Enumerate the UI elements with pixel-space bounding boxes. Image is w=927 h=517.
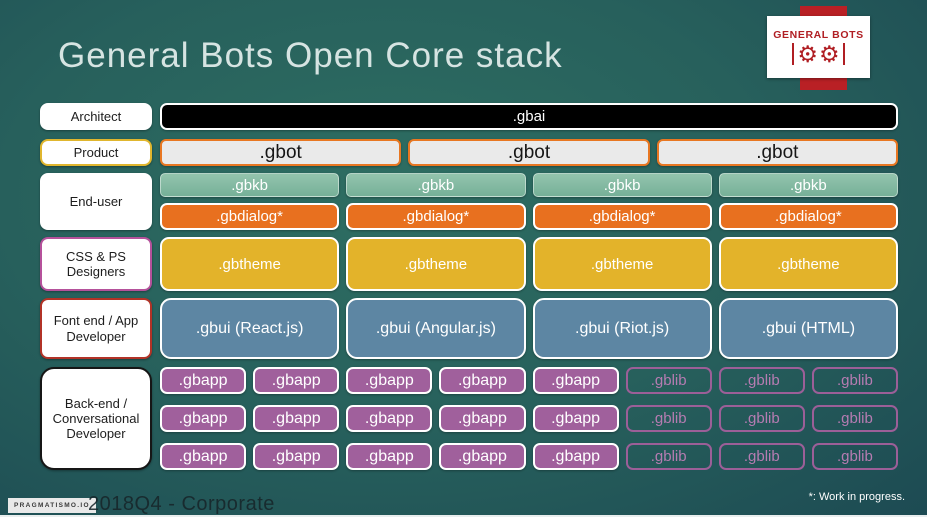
row-label-frontend: Font end / App Developer [40, 298, 152, 359]
gears-icon: ⚙ ⚙ [790, 41, 847, 67]
gbapp-block: .gbapp [253, 443, 340, 470]
slide: General Bots Open Core stack GENERAL BOT… [0, 0, 927, 517]
row-backend-content: .gbapp .gbapp .gbapp .gbapp .gbapp .gblib .gb… [160, 367, 898, 470]
gbapp-block: .gbapp [346, 367, 433, 394]
gbot-block: .gbot [656, 139, 898, 166]
gbapp-block: .gbapp [160, 405, 247, 432]
row-designers: CSS & PS Designers .gbtheme .gbtheme .gbth… [40, 237, 898, 291]
row-frontend-content: .gbui (React.js) .gbui (Angular.js) .gbui … [160, 298, 898, 359]
gbkb-block: .gbkb [718, 173, 898, 197]
backend-layer-3: .gbapp .gbapp .gbapp .gbapp .gbapp .gblib .gb… [160, 443, 898, 470]
gbapp-block: .gbapp [160, 367, 247, 394]
row-product: Product .gbot .gbot .gbot [40, 139, 898, 166]
row-frontend: Font end / App Developer .gbui (React.js… [40, 298, 898, 359]
gbtheme-block: .gbtheme [532, 237, 712, 291]
row-label-end-user: End-user [40, 173, 152, 230]
gbapp-block: .gbapp [532, 367, 619, 394]
backend-layer-2: .gbapp .gbapp .gbapp .gbapp .gbapp .gblib .gb… [160, 405, 898, 432]
gblib-block: .gblib [718, 367, 805, 394]
row-architect-content: .gbai [160, 103, 898, 130]
gbai-block: .gbai [160, 103, 898, 130]
gbtheme-block: .gbtheme [160, 237, 340, 291]
work-in-progress-note: *: Work in progress. [808, 491, 905, 503]
gblib-block: .gblib [718, 405, 805, 432]
gbdialog-block: .gbdialog* [346, 203, 526, 230]
gbui-block: .gbui (React.js) [160, 298, 340, 359]
gbapp-block: .gbapp [532, 405, 619, 432]
row-end-user: End-user .gbkb .gbkb .gbkb .gbkb .gbdialog*… [40, 173, 898, 230]
gbapp-block: .gbapp [439, 367, 526, 394]
row-end-user-content: .gbkb .gbkb .gbkb .gbkb .gbdialog* .gbdialog… [160, 173, 898, 230]
row-label-designers: CSS & PS Designers [40, 237, 152, 291]
gblib-block: .gblib [625, 443, 712, 470]
gbdialog-block: .gbdialog* [532, 203, 712, 230]
gblib-block: .gblib [625, 405, 712, 432]
gbot-block: .gbot [408, 139, 650, 166]
backend-layer-1: .gbapp .gbapp .gbapp .gbapp .gbapp .gblib .gb… [160, 367, 898, 394]
gbapp-block: .gbapp [253, 405, 340, 432]
gbapp-block: .gbapp [346, 405, 433, 432]
gbapp-block: .gbapp [346, 443, 433, 470]
gear-bar-left-icon [791, 43, 795, 65]
gbapp-block: .gbapp [532, 443, 619, 470]
row-designers-content: .gbtheme .gbtheme .gbtheme .gbtheme [160, 237, 898, 291]
gbapp-block: .gbapp [253, 367, 340, 394]
general-bots-logo: GENERAL BOTS ⚙ ⚙ [767, 16, 870, 78]
gear-icon: ⚙ [819, 41, 840, 67]
row-label-product: Product [40, 139, 152, 166]
row-architect: Architect .gbai [40, 103, 898, 130]
gbkb-row: .gbkb .gbkb .gbkb .gbkb [160, 173, 898, 197]
gbui-block: .gbui (Riot.js) [532, 298, 712, 359]
gblib-block: .gblib [811, 367, 898, 394]
slide-title: General Bots Open Core stack [58, 36, 563, 75]
gear-bar-right-icon [842, 43, 846, 65]
gblib-block: .gblib [625, 367, 712, 394]
footer-caption: 2018Q4 - Corporate [88, 493, 275, 515]
gbtheme-block: .gbtheme [718, 237, 898, 291]
gbkb-block: .gbkb [346, 173, 526, 197]
stack-diagram: Architect .gbai Product .gbot .gbot .gbot … [40, 103, 898, 470]
gbdialog-block: .gbdialog* [718, 203, 898, 230]
row-product-content: .gbot .gbot .gbot [160, 139, 898, 166]
gbapp-block: .gbapp [160, 443, 247, 470]
gbkb-block: .gbkb [532, 173, 712, 197]
gbdialog-block: .gbdialog* [160, 203, 340, 230]
logo-brand-text: GENERAL BOTS [773, 29, 864, 41]
gbapp-block: .gbapp [439, 405, 526, 432]
gear-icon: ⚙ [797, 41, 818, 67]
gblib-block: .gblib [718, 443, 805, 470]
gblib-block: .gblib [811, 443, 898, 470]
gbui-block: .gbui (HTML) [718, 298, 898, 359]
row-backend: Back-end / Conversational Developer .gba… [40, 367, 898, 470]
row-label-architect: Architect [40, 103, 152, 130]
pragmatismo-badge: PRAGMATISMO.IO [8, 498, 96, 513]
gbot-block: .gbot [160, 139, 402, 166]
row-label-backend: Back-end / Conversational Developer [40, 367, 152, 470]
gblib-block: .gblib [811, 405, 898, 432]
gbtheme-block: .gbtheme [346, 237, 526, 291]
gbkb-block: .gbkb [160, 173, 340, 197]
gbapp-block: .gbapp [439, 443, 526, 470]
gbui-block: .gbui (Angular.js) [346, 298, 526, 359]
gbdialog-row: .gbdialog* .gbdialog* .gbdialog* .gbdialog* [160, 203, 898, 230]
